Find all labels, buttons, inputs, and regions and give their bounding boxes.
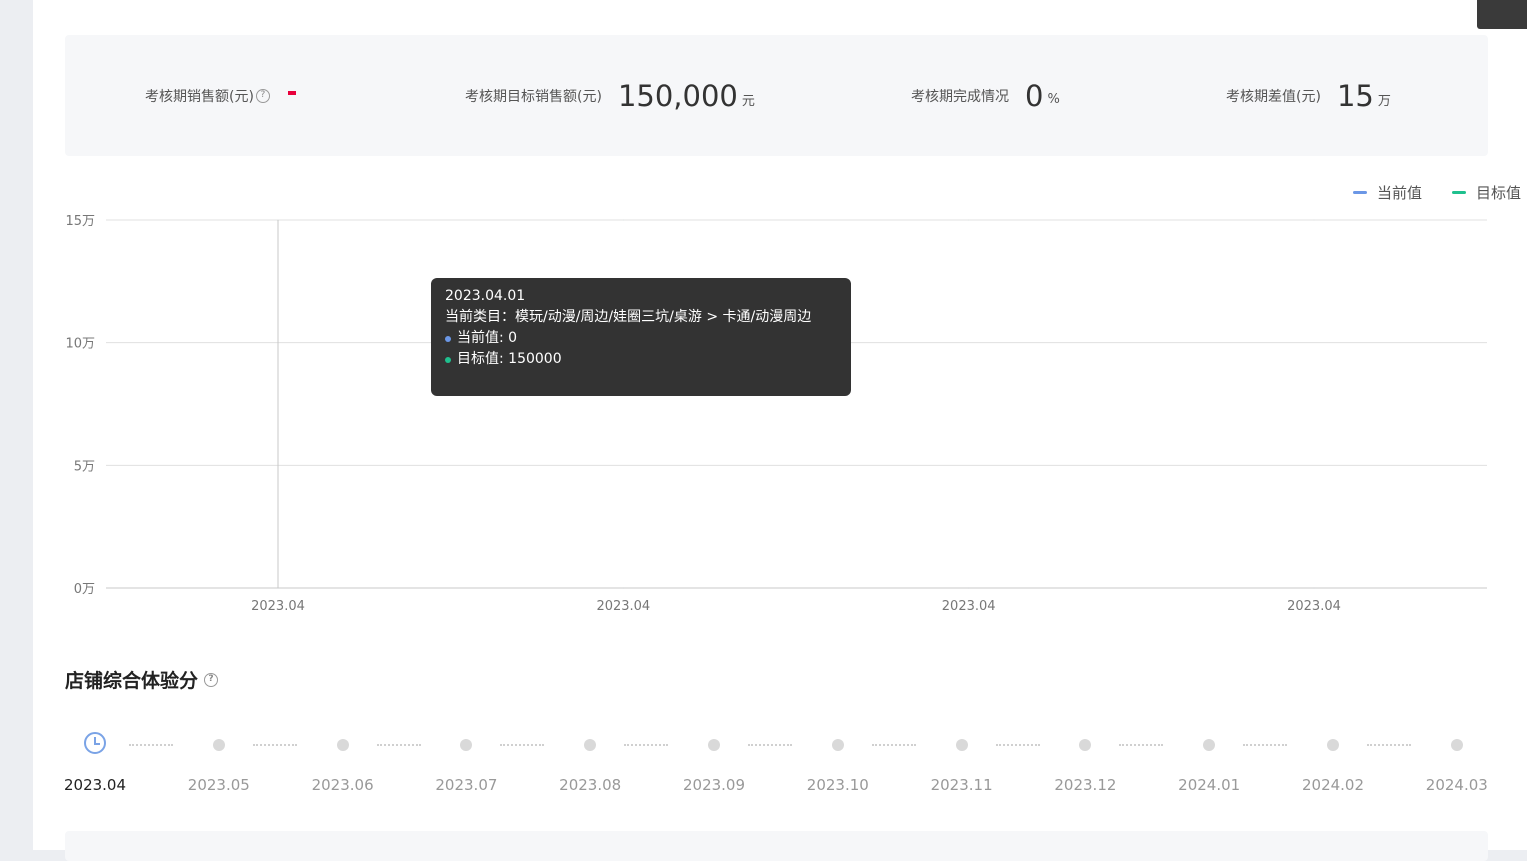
timeline-month-label[interactable]: 2023.11 xyxy=(931,776,993,794)
bottom-panel xyxy=(65,831,1488,861)
timeline-node[interactable] xyxy=(460,739,472,751)
month-timeline: 2023.04 2023.05 2023.06 2023.07 2023.08 2023.… xyxy=(33,725,1527,805)
timeline-connector xyxy=(748,744,792,748)
tooltip-target-dot xyxy=(445,357,451,363)
x-tick-label: 2023.04 xyxy=(251,599,305,614)
chart-tooltip: 2023.04.01 当前类目：模玩/动漫/周边/娃圈三坑/桌游 > 卡通/动漫… xyxy=(431,278,851,396)
corner-toolbar-tab[interactable] xyxy=(1477,0,1527,29)
page-container: 考核期销售额(元) ? 考核期目标销售额(元) 150,000 元 考核期完成情… xyxy=(33,0,1527,850)
timeline-connector xyxy=(1243,744,1287,748)
experience-section-title: 店铺综合体验分 ? xyxy=(65,666,218,693)
timeline-month-label[interactable]: 2024.02 xyxy=(1302,776,1364,794)
x-tick-label: 2023.04 xyxy=(596,599,650,614)
timeline-month-label[interactable]: 2023.09 xyxy=(683,776,745,794)
y-tick-label: 15万 xyxy=(65,214,95,229)
timeline-month-label[interactable]: 2023.07 xyxy=(435,776,497,794)
tooltip-current-dot xyxy=(445,336,451,342)
timeline-connector xyxy=(1367,744,1411,748)
timeline-node[interactable] xyxy=(1079,739,1091,751)
timeline-node[interactable] xyxy=(1203,739,1215,751)
y-tick-label: 10万 xyxy=(65,337,95,352)
tooltip-current-value: 当前值: 0 xyxy=(457,328,517,349)
x-tick-label: 2023.04 xyxy=(1287,599,1341,614)
timeline-node[interactable] xyxy=(584,739,596,751)
timeline-month-label[interactable]: 2024.03 xyxy=(1426,776,1488,794)
tooltip-current-row: 当前值: 0 xyxy=(445,328,837,349)
timeline-month-label[interactable]: 2023.10 xyxy=(807,776,869,794)
tooltip-target-value: 目标值: 150000 xyxy=(457,349,562,370)
tooltip-target-row: 目标值: 150000 xyxy=(445,349,837,370)
timeline-node[interactable] xyxy=(1451,739,1463,751)
timeline-month-label[interactable]: 2023.04 xyxy=(64,776,126,794)
tooltip-date: 2023.04.01 xyxy=(445,286,837,307)
y-tick-label: 5万 xyxy=(74,459,95,474)
timeline-month-label[interactable]: 2023.12 xyxy=(1054,776,1116,794)
x-tick-label: 2023.04 xyxy=(942,599,996,614)
timeline-month-label[interactable]: 2023.08 xyxy=(559,776,621,794)
timeline-node[interactable] xyxy=(213,739,225,751)
timeline-connector xyxy=(129,744,173,748)
timeline-month-label[interactable]: 2023.05 xyxy=(188,776,250,794)
timeline-month-label[interactable]: 2024.01 xyxy=(1178,776,1240,794)
timeline-node[interactable] xyxy=(708,739,720,751)
timeline-connector xyxy=(253,744,297,748)
y-tick-label: 0万 xyxy=(74,582,95,597)
timeline-node[interactable] xyxy=(337,739,349,751)
timeline-connector xyxy=(500,744,544,748)
timeline-connector xyxy=(624,744,668,748)
timeline-node[interactable] xyxy=(956,739,968,751)
timeline-connector xyxy=(1119,744,1163,748)
question-circle-icon[interactable]: ? xyxy=(204,673,218,687)
timeline-node[interactable] xyxy=(1327,739,1339,751)
timeline-month-label[interactable]: 2023.06 xyxy=(312,776,374,794)
timeline-connector xyxy=(872,744,916,748)
tooltip-category: 当前类目：模玩/动漫/周边/娃圈三坑/桌游 > 卡通/动漫周边 xyxy=(445,307,837,328)
experience-title-text: 店铺综合体验分 xyxy=(65,666,198,693)
timeline-connector xyxy=(996,744,1040,748)
clock-icon[interactable] xyxy=(84,732,106,754)
timeline-node[interactable] xyxy=(832,739,844,751)
timeline-connector xyxy=(377,744,421,748)
